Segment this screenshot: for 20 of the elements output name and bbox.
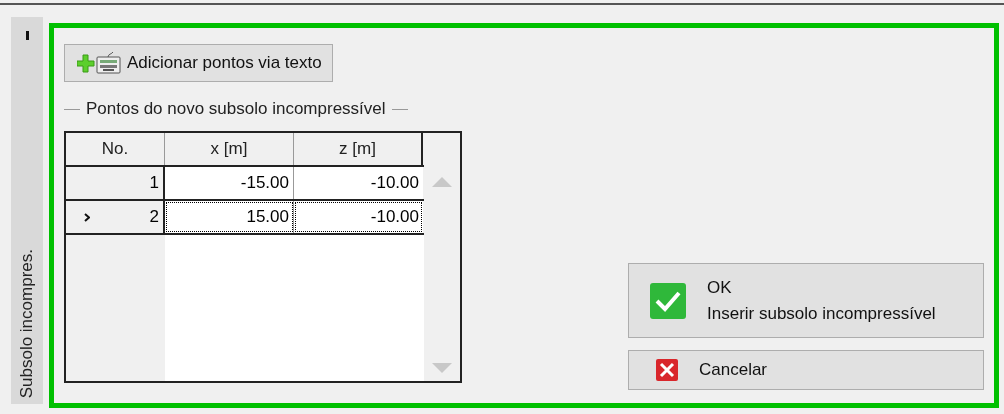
- table-cell[interactable]: 15.00: [165, 201, 294, 233]
- side-tab[interactable]: Subsolo incompres.: [11, 17, 43, 404]
- column-header[interactable]: z [m]: [294, 133, 423, 165]
- side-tab-label: Subsolo incompres.: [17, 248, 37, 398]
- scroll-down-icon[interactable]: [432, 363, 452, 373]
- scroll-up-icon[interactable]: [432, 177, 452, 187]
- check-icon: [649, 281, 687, 320]
- table-cell[interactable]: -10.00: [294, 167, 423, 199]
- cancel-button[interactable]: Cancelar: [628, 350, 984, 390]
- plus-keyboard-icon: [77, 51, 121, 75]
- close-icon: [655, 358, 679, 382]
- table-cell[interactable]: -10.00: [294, 201, 423, 233]
- group-title: Pontos do novo subsolo incompressível: [86, 99, 386, 119]
- current-row-icon: [84, 212, 90, 222]
- pin-icon: [25, 31, 29, 40]
- column-header[interactable]: No.: [66, 133, 165, 165]
- add-points-button[interactable]: Adicionar pontos via texto: [64, 44, 333, 82]
- column-header[interactable]: x [m]: [165, 133, 294, 165]
- ok-button[interactable]: OK Inserir subsolo incompressível: [628, 263, 984, 338]
- table-cell[interactable]: -15.00: [165, 167, 294, 199]
